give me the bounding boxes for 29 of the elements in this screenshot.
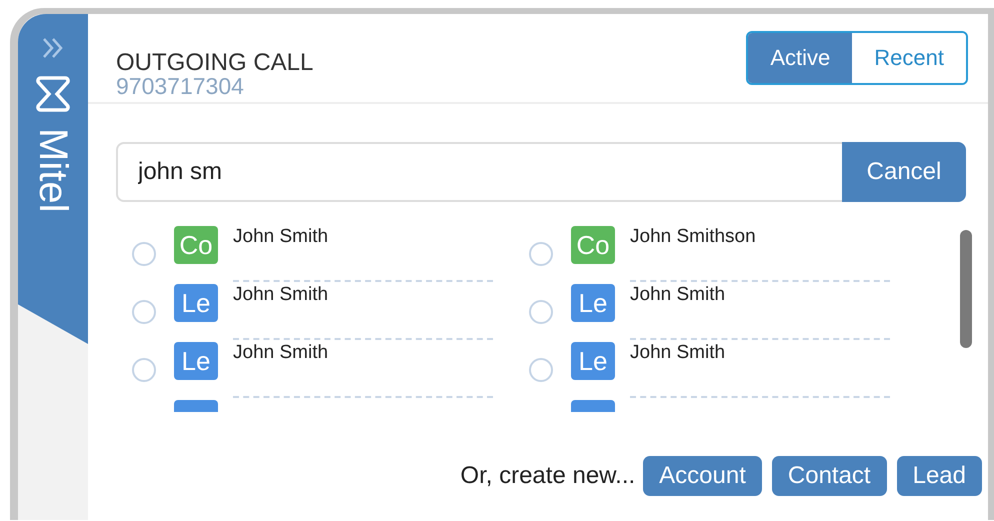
brand-name: Mitel (33, 128, 73, 212)
radio-button[interactable] (529, 358, 553, 382)
type-badge: Le (174, 342, 218, 380)
create-button[interactable]: Lead (896, 456, 982, 496)
result-name[interactable]: John Smith (630, 284, 890, 340)
radio-button[interactable] (132, 358, 156, 382)
radio-button[interactable] (132, 242, 156, 266)
type-badge: Le (571, 342, 615, 380)
type-badge: Le (174, 284, 218, 322)
type-badge: Co (571, 226, 615, 264)
create-button[interactable]: Contact (772, 456, 887, 496)
type-badge: Co (174, 226, 218, 264)
create-button[interactable]: Account (643, 456, 762, 496)
tab[interactable]: Active (748, 33, 852, 83)
logo-icon (35, 74, 71, 114)
result-name[interactable]: John Smithson (630, 226, 890, 282)
radio-button[interactable] (132, 300, 156, 324)
type-badge: Le (571, 284, 615, 322)
radio-button[interactable] (529, 242, 553, 266)
result-name[interactable]: John Smith (233, 342, 493, 398)
phone-number: 9703717304 (116, 74, 245, 98)
cancel-button[interactable]: Cancel (842, 142, 966, 202)
radio-button[interactable] (529, 300, 553, 324)
create-prompt: Or, create new... (460, 462, 636, 490)
result-name[interactable]: John Smith (233, 226, 493, 282)
result-name[interactable]: John Smith (630, 342, 890, 398)
call-title: OUTGOING CALL (116, 50, 314, 74)
result-name[interactable]: John Smith (233, 284, 493, 340)
scrollbar[interactable] (960, 230, 972, 348)
